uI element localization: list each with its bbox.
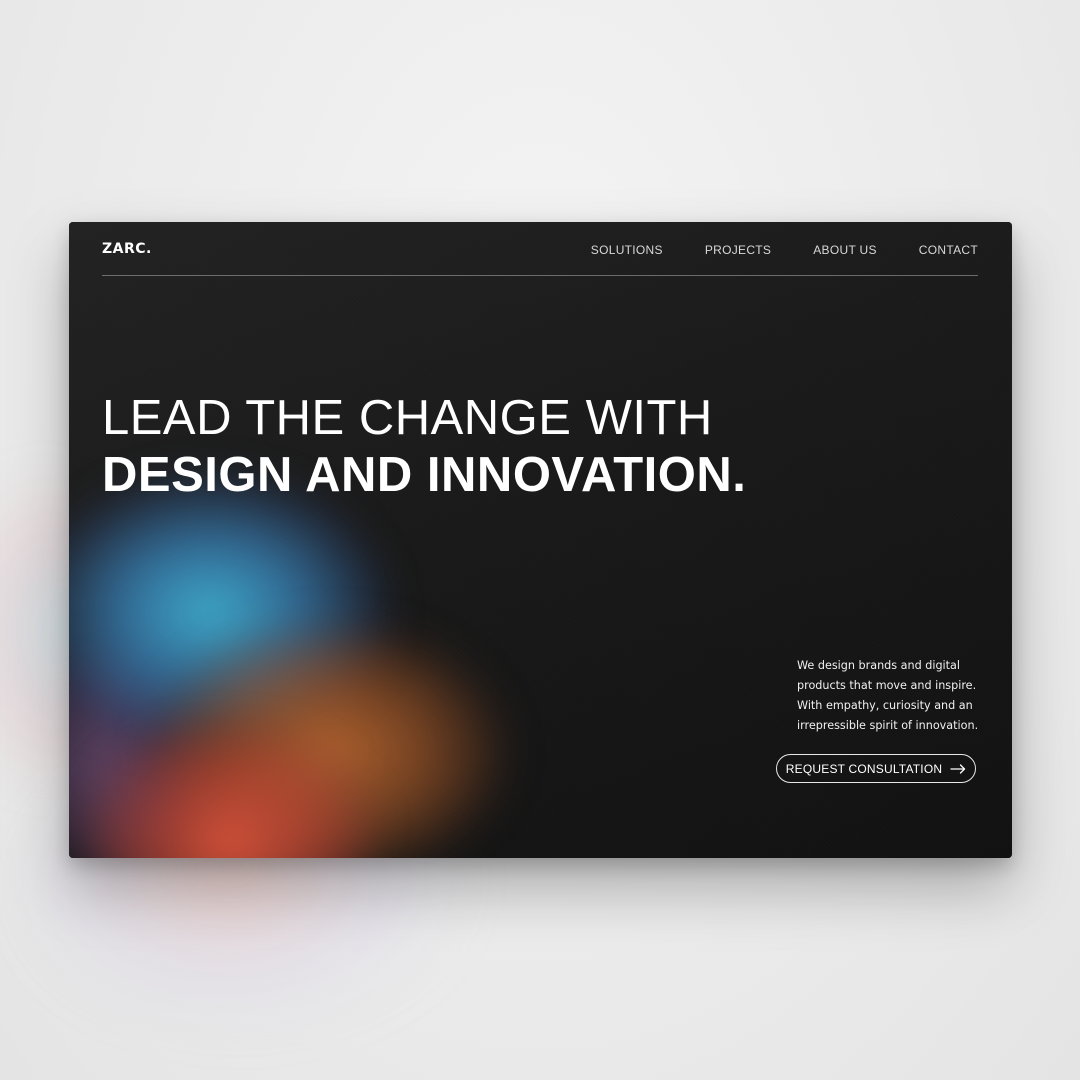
nav-item-about-us[interactable]: ABOUT US: [813, 243, 877, 257]
site-header: ZARC. SOLUTIONS PROJECTS ABOUT US CONTAC…: [102, 222, 978, 276]
website-hero-card: ZARC. SOLUTIONS PROJECTS ABOUT US CONTAC…: [69, 222, 1012, 858]
site-logo[interactable]: ZARC.: [102, 241, 152, 257]
main-nav: SOLUTIONS PROJECTS ABOUT US CONTACT: [591, 243, 978, 257]
headline-line-1: LEAD THE CHANGE WITH: [102, 391, 713, 445]
hero-description: We design brands and digital products th…: [797, 659, 979, 732]
nav-item-solutions[interactable]: SOLUTIONS: [591, 243, 663, 257]
nav-item-projects[interactable]: PROJECTS: [705, 243, 771, 257]
cta-label: REQUEST CONSULTATION: [785, 761, 943, 776]
arrow-right-icon: [950, 763, 966, 774]
nav-item-contact[interactable]: CONTACT: [919, 243, 978, 257]
request-consultation-button[interactable]: REQUEST CONSULTATION: [776, 754, 976, 783]
page-backdrop: ZARC. SOLUTIONS PROJECTS ABOUT US CONTAC…: [0, 0, 1080, 1080]
hero-headline: LEAD THE CHANGE WITH DESIGN AND INNOVATI…: [102, 390, 746, 504]
headline-line-2: DESIGN AND INNOVATION.: [102, 448, 747, 502]
